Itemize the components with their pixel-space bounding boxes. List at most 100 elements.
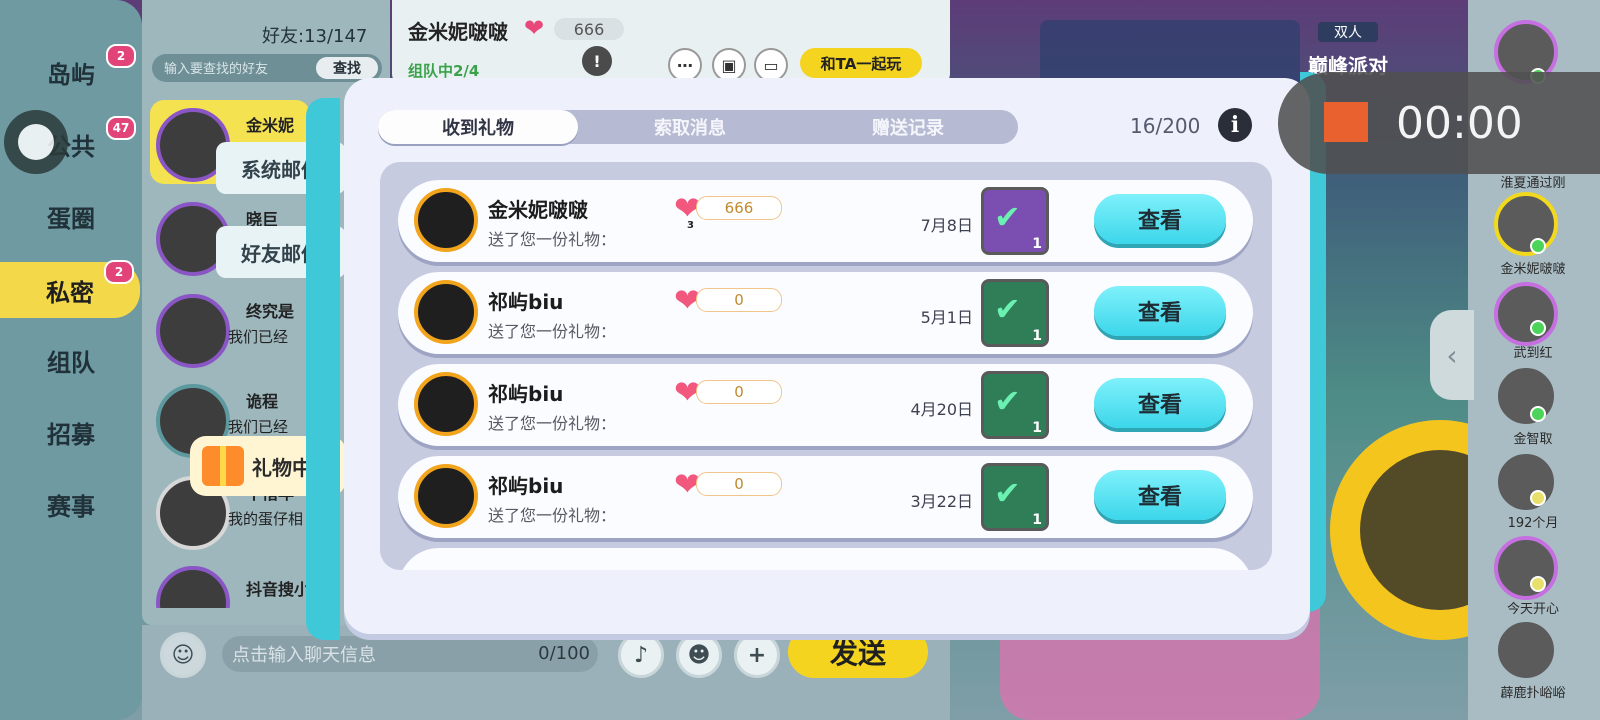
nav-item-label: 蛋圈 xyxy=(47,204,95,233)
alert-icon[interactable]: ! xyxy=(582,46,612,76)
nav-item-label: 岛屿 xyxy=(47,60,95,89)
gift-item[interactable]: ✔ 1 xyxy=(981,371,1049,439)
right-friend-name: 淮夏通过刚 xyxy=(1500,176,1566,191)
check-icon: ✔ xyxy=(994,290,1021,328)
card-icon[interactable]: ▭ xyxy=(754,48,788,82)
avatar[interactable] xyxy=(1494,192,1558,256)
gift-row: 祁屿biu 送了您一份礼物： ❤ 0 5月1日 ✔ 1 查看 xyxy=(398,272,1253,354)
friend-last-message: 我的蛋仔相 xyxy=(228,510,304,528)
friend-name: 诡程 xyxy=(246,392,279,411)
heart-level: 3 xyxy=(687,220,694,231)
friend-last-message: 我们已经 xyxy=(228,328,289,346)
nav-item-label: 组队 xyxy=(47,348,95,377)
tab-request-messages[interactable]: 索取消息 xyxy=(590,110,790,144)
gift-qty: 1 xyxy=(1032,512,1042,528)
nav-item-events[interactable]: 赛事 xyxy=(0,476,142,532)
gift-box-icon xyxy=(202,446,244,486)
left-nav: 岛屿 2 公共 47 蛋圈 私密 2 组队 招募 赛事 xyxy=(0,0,142,720)
gift-sender: 祁屿biu xyxy=(488,290,564,314)
search-button[interactable]: 查找 xyxy=(316,57,378,79)
mode-badge: 双人 xyxy=(1318,22,1378,42)
nav-item-egg-circle[interactable]: 蛋圈 xyxy=(0,188,142,244)
gift-qty: 1 xyxy=(1032,328,1042,344)
plus-icon[interactable]: + xyxy=(734,632,780,678)
check-icon: ✔ xyxy=(994,382,1021,420)
view-button[interactable]: 查看 xyxy=(1094,470,1226,520)
gift-item[interactable]: ✔ 1 xyxy=(981,463,1049,531)
gift-date: 5月1日 xyxy=(920,308,973,327)
view-button[interactable]: 查看 xyxy=(1094,194,1226,244)
online-status-dot xyxy=(1530,238,1546,254)
nav-item-private[interactable]: 私密 2 xyxy=(0,260,140,318)
away-status-dot xyxy=(1530,490,1546,506)
check-icon: ✔ xyxy=(994,198,1021,236)
nav-item-team[interactable]: 组队 xyxy=(0,332,142,388)
right-friend-name: 今天开心 xyxy=(1506,602,1559,617)
heart-icon: ❤ xyxy=(524,14,545,42)
gift-row: 祁屿biu 送了您一份礼物： ❤ 0 3月22日 ✔ 1 查看 xyxy=(398,456,1253,538)
gift-icon[interactable]: ▣ xyxy=(712,48,746,82)
nav-item-label: 私密 xyxy=(46,278,94,307)
avatar[interactable] xyxy=(1494,450,1558,514)
avatar xyxy=(156,294,230,368)
tab-sent-records[interactable]: 赠送记录 xyxy=(808,110,1008,144)
recording-timer: 00:00 xyxy=(1396,98,1523,149)
gift-row: 祁屿biu 送了您一份礼物： ❤ 0 4月20日 ✔ 1 查看 xyxy=(398,364,1253,446)
nav-item-recruit[interactable]: 招募 xyxy=(0,404,142,460)
gift-date: 4月20日 xyxy=(910,400,973,419)
friend-name: 抖音搜小 xyxy=(246,580,311,599)
intimacy-score: 0 xyxy=(696,472,782,496)
view-button[interactable]: 查看 xyxy=(1094,286,1226,336)
avatar xyxy=(414,280,478,344)
avatar[interactable] xyxy=(1494,282,1558,346)
record-stop-icon[interactable] xyxy=(1324,102,1368,142)
emoji-icon[interactable]: ☻ xyxy=(676,632,722,678)
chat-input-box: 0/100 xyxy=(222,636,598,672)
online-status-dot xyxy=(1530,406,1546,422)
gift-desc: 送了您一份礼物： xyxy=(488,506,617,525)
gift-sender: 祁屿biu xyxy=(488,382,564,406)
gift-item[interactable]: ✔ 1 xyxy=(981,279,1049,347)
info-icon[interactable]: i xyxy=(1218,108,1252,142)
view-button[interactable]: 查看 xyxy=(1094,378,1226,428)
gift-row: 金米妮啵啵 送了您一份礼物： ❤ 3 666 7月8日 ✔ 1 查看 xyxy=(398,180,1253,262)
avatar xyxy=(414,372,478,436)
check-icon: ✔ xyxy=(994,474,1021,512)
gift-desc: 送了您一份礼物： xyxy=(488,414,617,433)
away-status-dot xyxy=(1530,576,1546,592)
nav-item-label: 招募 xyxy=(47,420,95,449)
gift-item[interactable]: ✔ 1 xyxy=(981,187,1049,255)
right-friend-name: 武到红 xyxy=(1513,346,1553,361)
avatar[interactable] xyxy=(1494,536,1558,600)
microphone-icon[interactable]: ♪ xyxy=(618,632,664,678)
nav-item-label: 赛事 xyxy=(47,492,95,521)
voice-to-text-icon[interactable]: ☺ xyxy=(160,632,206,678)
gift-count: 16/200 xyxy=(1130,114,1201,138)
chat-contact-name: 金米妮啵啵 xyxy=(408,20,508,44)
friend-name: 金米妮 xyxy=(246,116,295,135)
gift-date: 3月22日 xyxy=(910,492,973,511)
tab-received-gifts[interactable]: 收到礼物 xyxy=(378,110,578,144)
play-together-button[interactable]: 和TA一起玩 xyxy=(800,48,922,78)
avatar[interactable] xyxy=(1494,364,1558,428)
chevron-left-icon[interactable]: ‹ xyxy=(1430,310,1474,400)
floating-assist-ball[interactable] xyxy=(4,110,68,174)
right-friend-name: 金智取 xyxy=(1513,432,1553,447)
avatar[interactable] xyxy=(1494,618,1558,682)
more-icon[interactable]: ⋯ xyxy=(668,48,702,82)
chat-input[interactable] xyxy=(230,642,534,668)
right-friend-name: 薜鹿扑峪峪 xyxy=(1500,686,1566,701)
gift-desc: 送了您一份礼物： xyxy=(488,230,617,249)
nav-badge: 2 xyxy=(106,44,136,68)
friend-last-message: 我们已经 xyxy=(228,418,289,436)
gift-qty: 1 xyxy=(1032,236,1042,252)
avatar xyxy=(156,566,230,608)
friend-search-input[interactable] xyxy=(162,57,316,81)
gift-sender: 祁屿biu xyxy=(488,474,564,498)
nav-item-island[interactable]: 岛屿 2 xyxy=(0,44,142,100)
online-status-dot xyxy=(1530,320,1546,336)
intimacy-score: 0 xyxy=(696,380,782,404)
gift-tabs: 收到礼物 索取消息 赠送记录 xyxy=(378,110,1018,144)
chat-char-count: 0/100 xyxy=(538,643,590,664)
gift-row-partial xyxy=(398,548,1253,570)
